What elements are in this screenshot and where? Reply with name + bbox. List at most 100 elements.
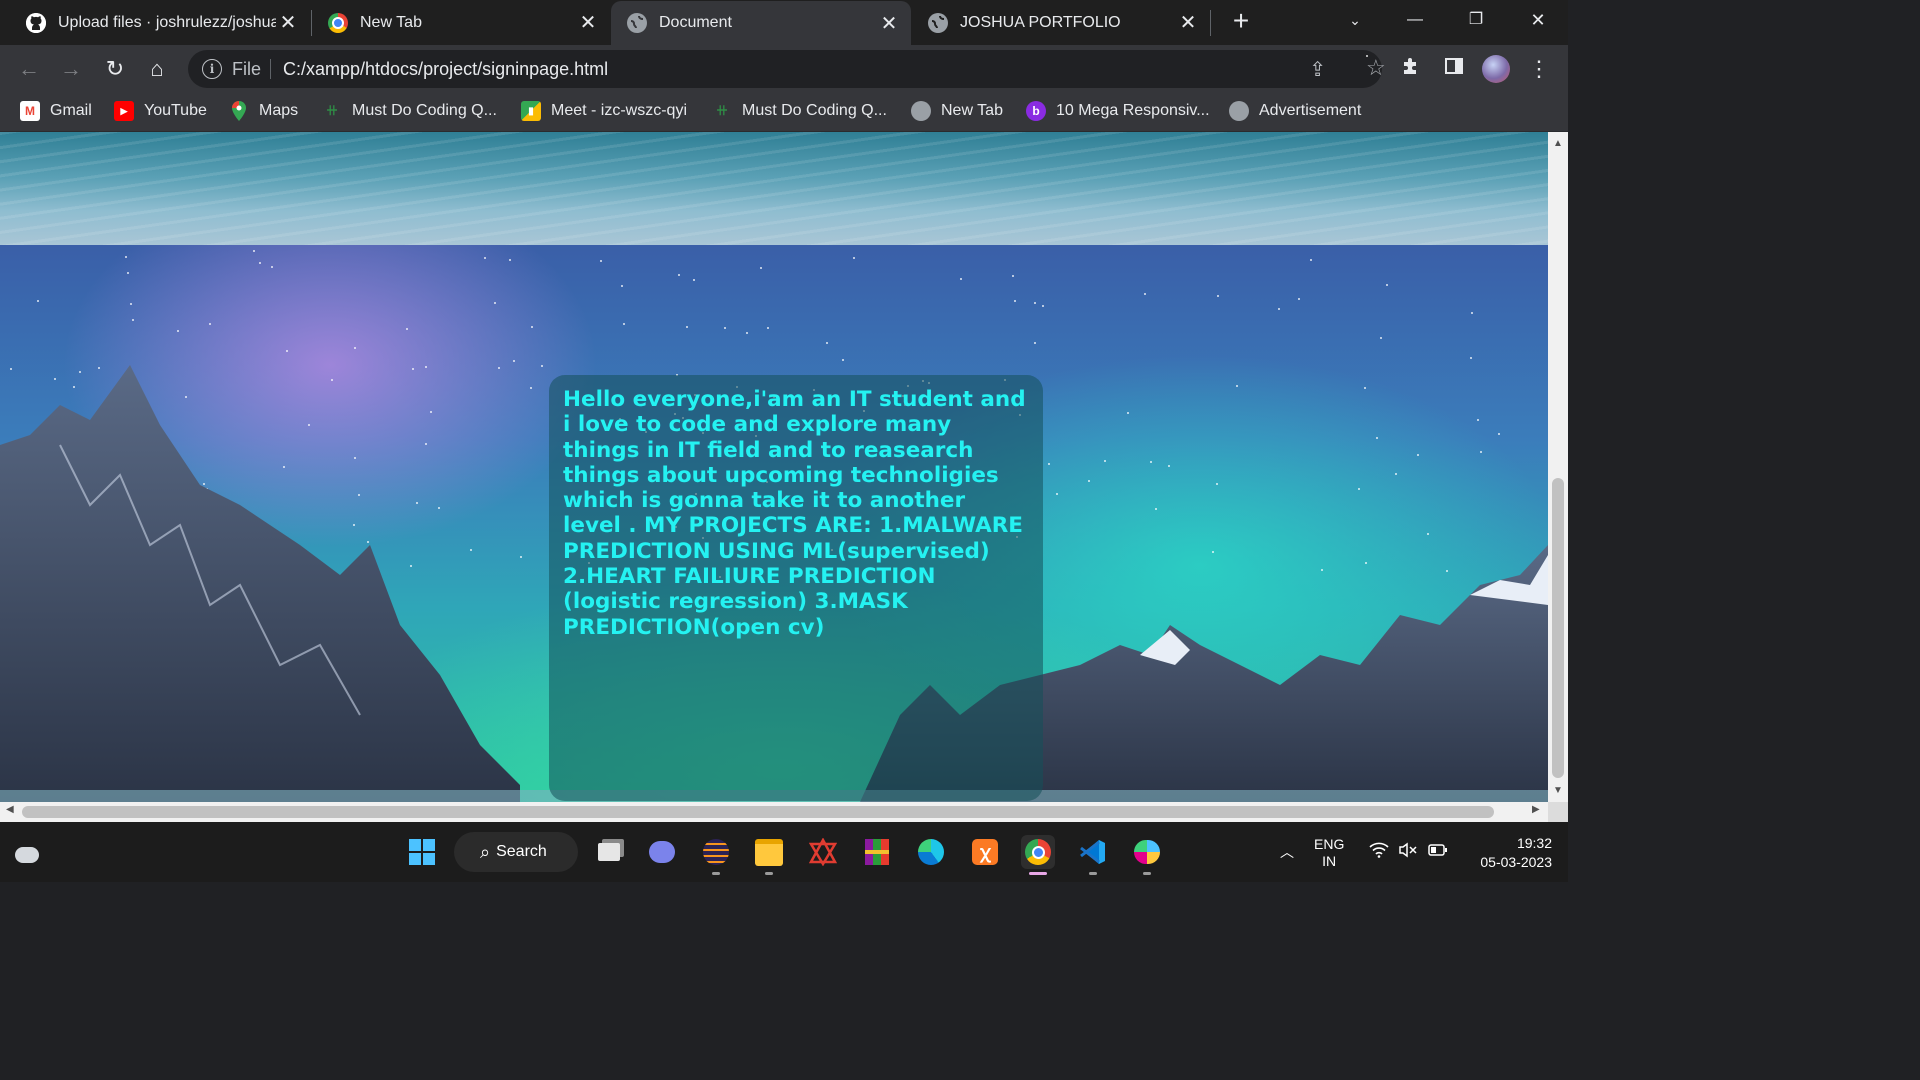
minimize-button[interactable]: — — [1385, 0, 1445, 40]
bookmark-label: Maps — [259, 102, 299, 119]
network-tool-icon[interactable] — [806, 835, 840, 869]
bookmark-new-tab[interactable]: New Tab — [911, 101, 1003, 121]
tab-divider — [1210, 10, 1211, 36]
gmail-icon: M — [20, 101, 40, 121]
clock-time: 19:32 — [1516, 835, 1552, 851]
water-background-image — [0, 132, 1548, 245]
edge-icon[interactable] — [914, 835, 948, 869]
xampp-icon[interactable]: ꭓ — [968, 835, 1002, 869]
maps-icon — [229, 101, 249, 121]
tab-strip: Upload files · joshrulezz/joshua ✕ New T… — [0, 0, 1568, 45]
weather-widget-icon[interactable] — [10, 835, 44, 869]
bootstrap-icon: b — [1026, 101, 1046, 121]
file-explorer-icon[interactable] — [752, 835, 786, 875]
tab-upload-files[interactable]: Upload files · joshrulezz/joshua ✕ — [10, 0, 310, 45]
bookmark-label: New Tab — [941, 102, 1003, 119]
wifi-icon[interactable] — [1369, 842, 1389, 863]
about-text: Hello everyone,i'am an IT student and i … — [563, 387, 1026, 640]
region-label: IN — [1322, 853, 1337, 869]
bookmark-label: Must Do Coding Q... — [742, 102, 887, 119]
scrollbar-corner — [1548, 802, 1568, 822]
tab-new-tab[interactable]: New Tab ✕ — [312, 0, 610, 45]
bookmark-mega-responsive[interactable]: b 10 Mega Responsiv... — [1026, 101, 1210, 121]
window-close-button[interactable]: ✕ — [1508, 0, 1568, 40]
bookmark-youtube[interactable]: ▶ YouTube — [114, 101, 207, 121]
youtube-icon: ▶ — [114, 101, 134, 121]
bookmark-gmail[interactable]: M Gmail — [20, 101, 92, 121]
new-tab-button[interactable]: + — [1226, 6, 1256, 36]
globe-icon — [928, 12, 948, 33]
restore-button[interactable]: ❐ — [1446, 0, 1506, 40]
close-icon[interactable]: ✕ — [276, 10, 300, 35]
menu-kebab-icon[interactable]: ⋮ — [1525, 55, 1553, 83]
url-text[interactable]: C:/xampp/htdocs/project/signinpage.html — [283, 59, 608, 80]
language-label: ENG — [1314, 836, 1345, 852]
scroll-right-arrow-icon[interactable]: ▶ — [1532, 804, 1540, 815]
bookmark-label: Gmail — [50, 102, 92, 119]
language-indicator[interactable]: ENG IN — [1314, 836, 1344, 870]
chrome-icon — [328, 12, 348, 33]
winrar-icon[interactable] — [860, 835, 894, 869]
paint-icon[interactable] — [1130, 835, 1164, 875]
close-icon[interactable]: ✕ — [877, 11, 901, 36]
chrome-icon[interactable] — [1021, 835, 1055, 875]
bookmark-label: 10 Mega Responsiv... — [1056, 102, 1210, 119]
extensions-icon[interactable] — [1397, 55, 1425, 83]
scroll-down-arrow-icon[interactable]: ▼ — [1552, 785, 1564, 796]
share-icon[interactable]: ⇪ — [1309, 57, 1326, 82]
windows-taskbar: ⌕ Search ꭓ ︿ ENG IN 19:32 05-03-2023 — [0, 822, 1568, 882]
about-card: Hello everyone,i'am an IT student and i … — [549, 375, 1043, 801]
github-icon — [26, 12, 46, 33]
profile-avatar[interactable] — [1482, 55, 1510, 83]
bookmark-maps[interactable]: Maps — [229, 101, 298, 121]
volume-muted-icon[interactable] — [1398, 842, 1418, 861]
bookmarks-bar: M Gmail ▶ YouTube Maps ꔠ Must Do Coding … — [0, 93, 1568, 132]
browser-toolbar: ← → ↻ ⌂ i File C:/xampp/htdocs/project/s… — [0, 45, 1568, 93]
clock[interactable]: 19:32 05-03-2023 — [1462, 834, 1552, 872]
globe-icon — [627, 13, 647, 33]
horizontal-scroll-thumb[interactable] — [22, 806, 1494, 818]
back-button[interactable]: ← — [15, 55, 43, 83]
horizontal-scrollbar[interactable]: ◀ ▶ — [0, 802, 1548, 822]
url-scheme: File — [232, 59, 262, 79]
windows-start-icon[interactable] — [405, 835, 439, 869]
vertical-scroll-thumb[interactable] — [1552, 478, 1564, 778]
close-icon[interactable]: ✕ — [576, 10, 600, 35]
tab-title: Upload files · joshrulezz/joshua — [58, 13, 276, 31]
bookmark-meet[interactable]: ▮ Meet - izc-wszc-qyi — [521, 101, 687, 121]
address-bar[interactable]: i File C:/xampp/htdocs/project/signinpag… — [188, 50, 1386, 88]
tab-document[interactable]: Document ✕ — [611, 1, 911, 45]
close-icon[interactable]: ✕ — [1176, 10, 1200, 35]
bookmark-must-do-coding-1[interactable]: ꔠ Must Do Coding Q... — [322, 101, 497, 121]
tab-search-chevron-icon[interactable]: ⌄ — [1325, 0, 1385, 40]
eclipse-icon[interactable] — [699, 835, 733, 875]
forward-button[interactable]: → — [57, 55, 85, 83]
vscode-icon[interactable] — [1076, 835, 1110, 875]
scroll-up-arrow-icon[interactable]: ▲ — [1552, 138, 1564, 149]
vertical-scrollbar[interactable]: ▲ ▼ — [1548, 132, 1568, 802]
bookmark-star-icon[interactable]: ☆ — [1366, 55, 1386, 80]
scroll-left-arrow-icon[interactable]: ◀ — [6, 804, 14, 815]
globe-icon — [911, 101, 931, 121]
bookmark-label: Advertisement — [1259, 102, 1362, 119]
teams-chat-icon[interactable] — [645, 835, 679, 869]
tab-title: Document — [659, 14, 732, 31]
meet-icon: ▮ — [521, 101, 541, 121]
home-button[interactable]: ⌂ — [143, 55, 171, 83]
tab-joshua-portfolio[interactable]: JOSHUA PORTFOLIO ✕ — [912, 0, 1210, 45]
search-icon: ⌕ — [480, 841, 491, 862]
taskbar-search-button[interactable]: ⌕ Search — [454, 832, 578, 872]
search-label: Search — [496, 843, 547, 860]
tray-overflow-chevron-icon[interactable]: ︿ — [1280, 842, 1294, 862]
bookmark-must-do-coding-2[interactable]: ꔠ Must Do Coding Q... — [712, 101, 887, 121]
task-view-icon[interactable] — [592, 835, 626, 869]
tab-title: New Tab — [360, 13, 422, 31]
bookmark-label: YouTube — [144, 102, 207, 119]
battery-icon[interactable] — [1428, 843, 1448, 860]
gfg-icon: ꔠ — [326, 103, 338, 118]
info-icon[interactable]: i — [202, 59, 222, 79]
page-viewport: Hello everyone,i'am an IT student and i … — [0, 132, 1548, 802]
reload-button[interactable]: ↻ — [101, 55, 129, 83]
bookmark-advertisement[interactable]: Advertisement — [1229, 101, 1361, 121]
side-panel-icon[interactable] — [1440, 55, 1468, 83]
